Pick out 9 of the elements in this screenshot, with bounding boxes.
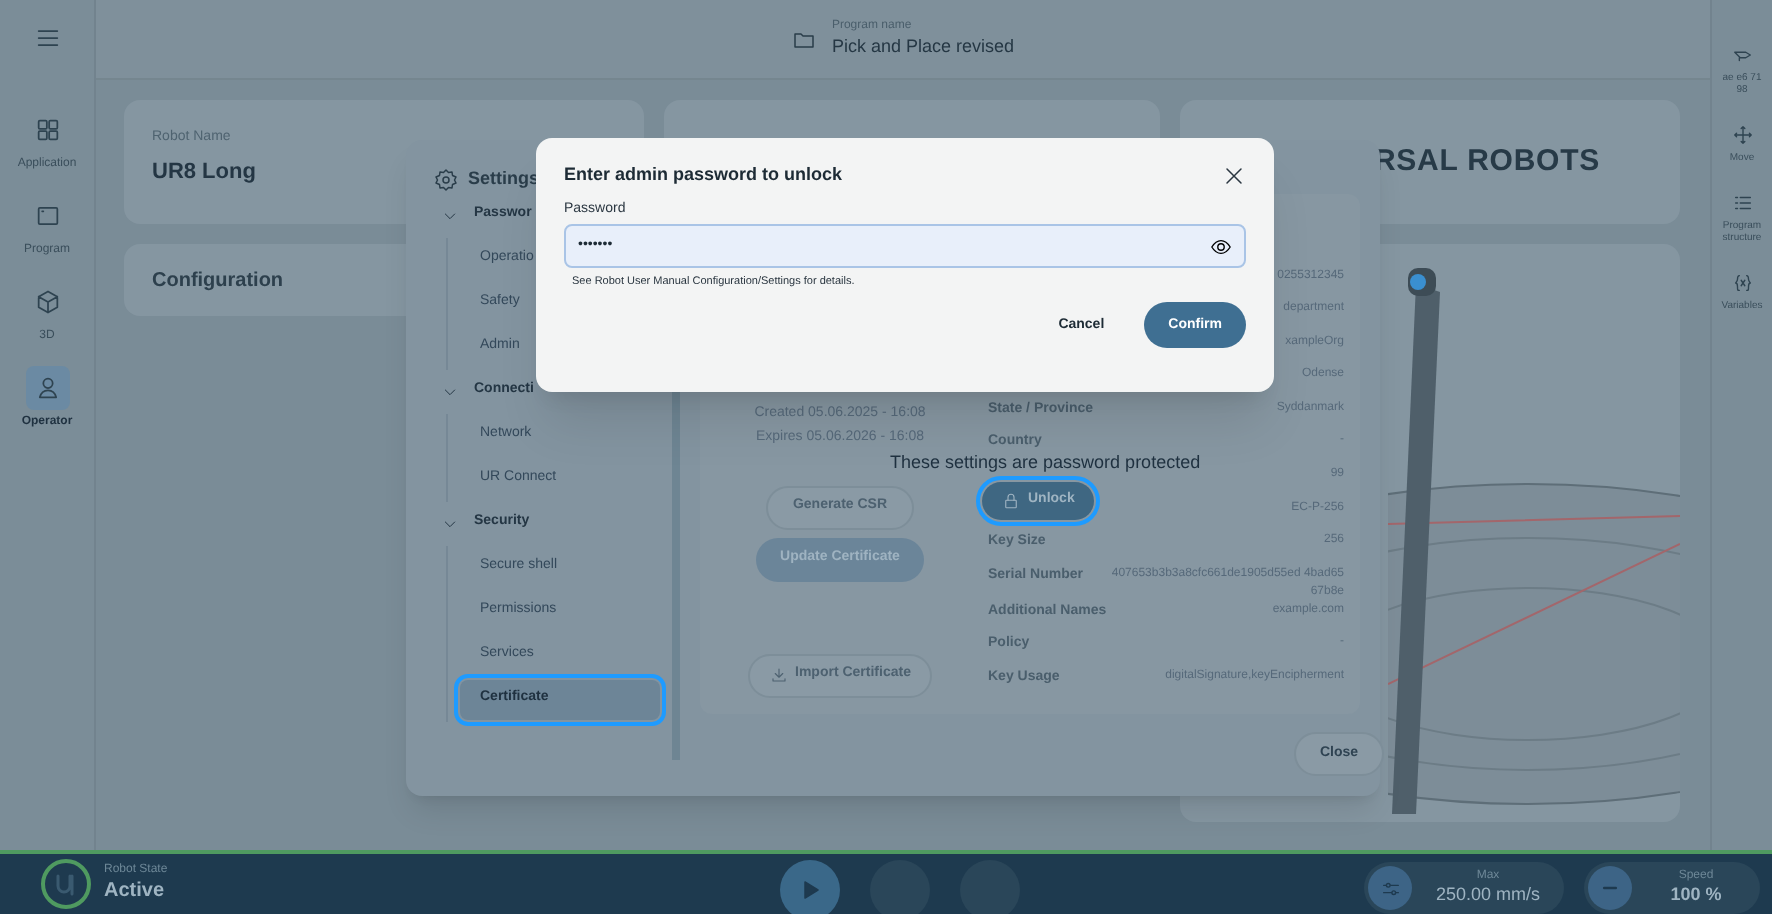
lock-message: These settings are password protected	[890, 452, 1201, 472]
settings-title: Settings	[468, 166, 540, 192]
robot-name-value: UR8 Long	[152, 157, 256, 187]
speed-value: 100 %	[1670, 884, 1722, 907]
configuration-title: Configuration	[152, 267, 284, 295]
program-name: Pick and Place revised	[831, 35, 1015, 58]
dialog-title: Enter admin password to unlock	[564, 162, 843, 188]
max-speed-value: 250.00 mm/s	[1435, 884, 1541, 907]
robot-state-value: Active	[104, 879, 167, 904]
